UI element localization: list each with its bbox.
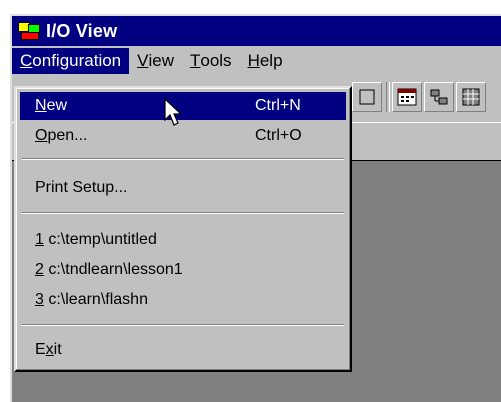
label-rest: c:\tndlearn\lesson1	[43, 261, 183, 278]
menu-item-recent-3[interactable]: 3 c:\learn\flashn	[20, 286, 346, 314]
shortcut-label: Ctrl+N	[255, 97, 301, 114]
network-icon	[430, 89, 448, 105]
menu-item-label: 1 c:\temp\untitled	[35, 231, 157, 249]
mouse-pointer-icon	[164, 98, 183, 126]
toolbar-separator	[386, 82, 390, 112]
menu-bar: Configuration View Tools Help	[12, 46, 501, 76]
shortcut-label: Ctrl+O	[255, 127, 302, 144]
label-rest: it	[53, 341, 62, 358]
menu-mnemonic: H	[247, 51, 260, 70]
toolbar-button-icon	[359, 89, 375, 105]
menu-item-label: Print Setup...	[35, 179, 128, 196]
label-rest: c:\learn\flashn	[43, 291, 148, 308]
io-view-app-icon[interactable]	[18, 22, 40, 40]
label-rest: ew	[46, 97, 68, 114]
menu-item-label: New	[35, 97, 67, 115]
menu-view[interactable]: View	[129, 48, 182, 74]
menu-mnemonic: C	[20, 51, 33, 70]
menu-item-label: 2 c:\tndlearn\lesson1	[35, 261, 183, 279]
mnemonic: 2	[35, 261, 44, 278]
window-title: I/O View	[46, 20, 118, 41]
mnemonic: 1	[35, 231, 44, 248]
mnemonic: O	[35, 127, 48, 144]
menu-label-rest: iew	[148, 51, 174, 70]
menu-item-exit[interactable]: Exit	[20, 336, 346, 364]
menu-separator	[22, 212, 344, 214]
menu-label-rest: ools	[200, 51, 232, 70]
calendar-icon	[397, 88, 417, 106]
menu-tools[interactable]: Tools	[182, 48, 240, 74]
mnemonic: 3	[35, 291, 44, 308]
toolbar-button-grid[interactable]	[456, 82, 486, 112]
toolbar-button-network[interactable]	[424, 82, 454, 112]
grid-icon	[462, 88, 480, 106]
title-bar[interactable]: I/O View	[12, 16, 501, 46]
menu-help[interactable]: Help	[240, 48, 291, 74]
configuration-dropdown-menu: New Ctrl+N Open... Ctrl+O Print Setup...…	[14, 86, 352, 372]
menu-configuration[interactable]: Configuration	[12, 48, 130, 74]
toolbar-button[interactable]	[352, 82, 382, 112]
menu-label-rest: onfiguration	[32, 51, 122, 70]
label-rest: c:\temp\untitled	[43, 231, 157, 248]
menu-label-rest: elp	[259, 51, 283, 70]
app-icon-part	[21, 32, 39, 40]
menu-item-recent-2[interactable]: 2 c:\tndlearn\lesson1	[20, 256, 346, 284]
menu-item-label: Exit	[35, 341, 62, 359]
menu-item-label: Open...	[35, 127, 87, 145]
menu-mnemonic: T	[189, 51, 201, 70]
toolbar-button-calendar[interactable]	[392, 82, 422, 112]
menu-item-recent-1[interactable]: 1 c:\temp\untitled	[20, 226, 346, 254]
menu-item-label: 3 c:\learn\flashn	[35, 291, 148, 309]
menu-separator	[22, 158, 344, 160]
mnemonic: N	[35, 97, 47, 114]
mnemonic: x	[45, 341, 54, 358]
menu-item-print-setup[interactable]: Print Setup...	[20, 174, 346, 202]
menu-mnemonic: V	[137, 51, 149, 70]
label-rest: pen...	[47, 127, 88, 144]
menu-separator	[22, 324, 344, 326]
label-pre: E	[35, 341, 46, 358]
